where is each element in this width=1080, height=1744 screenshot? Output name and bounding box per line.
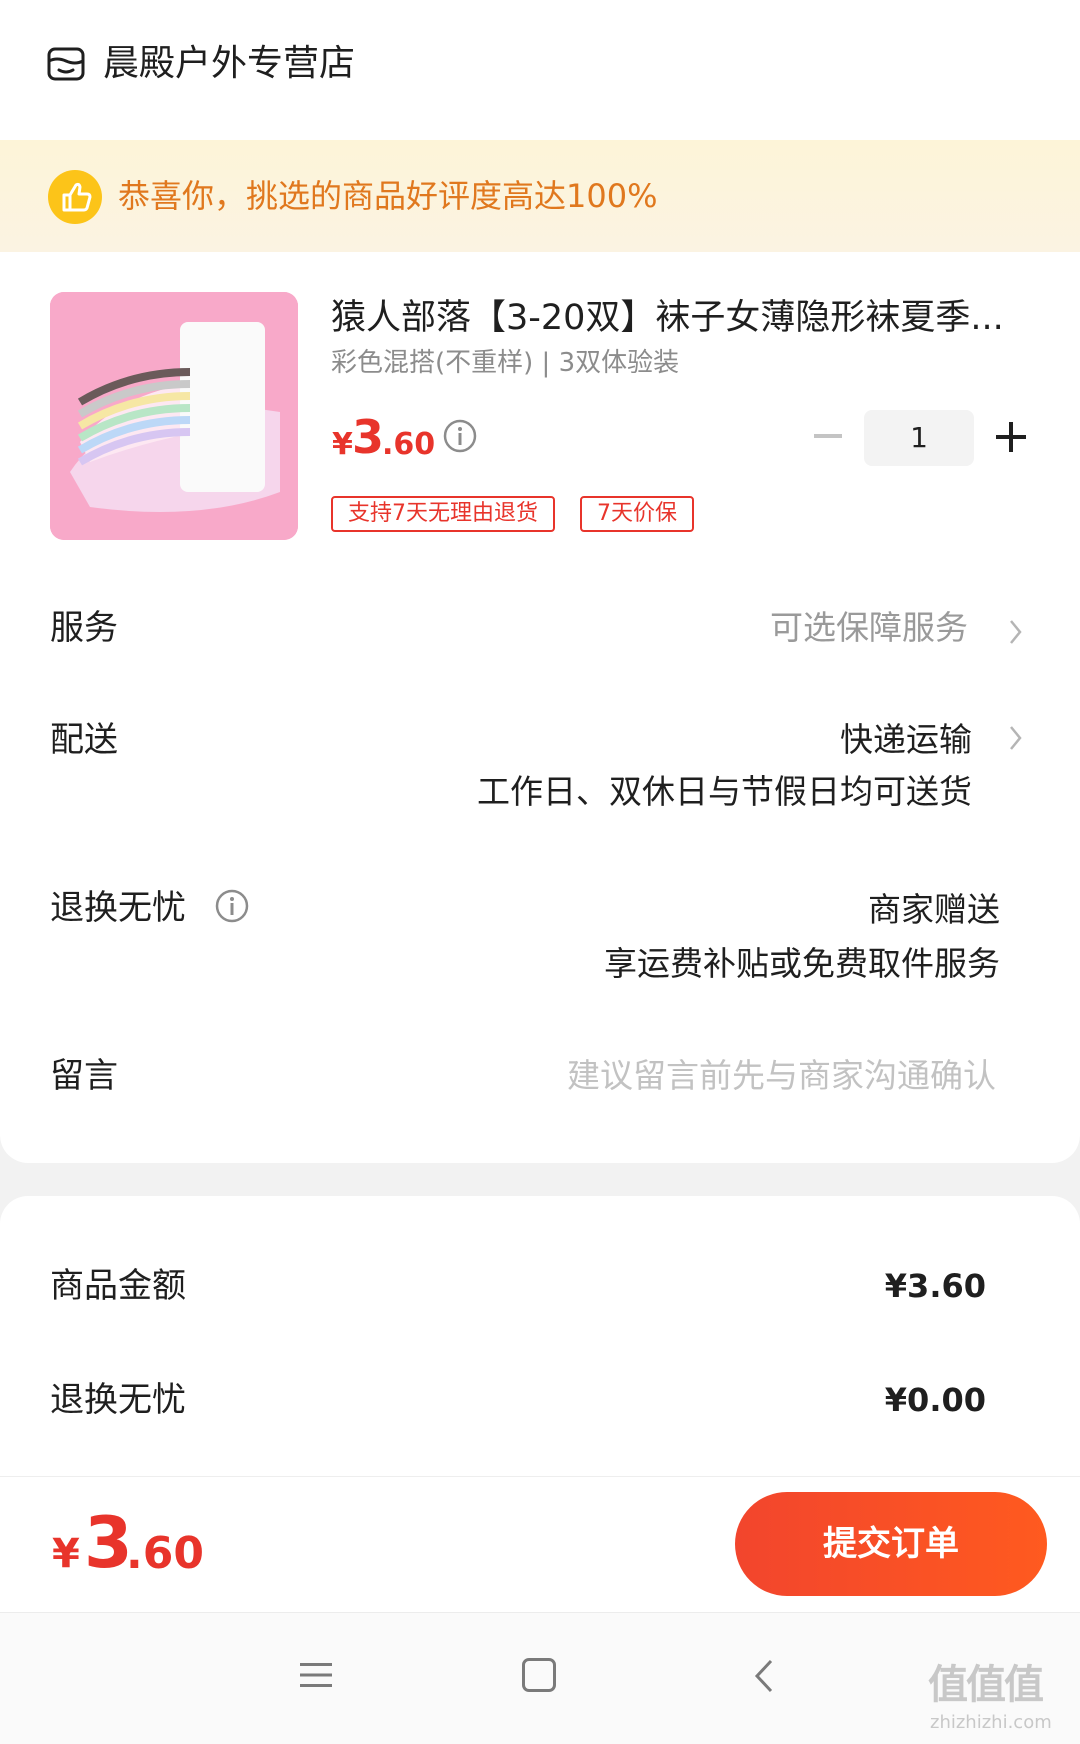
- home-icon[interactable]: [522, 1658, 556, 1692]
- returns-info-icon[interactable]: [214, 888, 250, 924]
- delivery-detail: 工作日、双休日与节假日均可送货: [477, 772, 972, 811]
- price-integer: 3: [352, 410, 385, 464]
- price-protection-tag: 7天价保: [580, 496, 694, 532]
- store-icon: [47, 47, 85, 81]
- price-symbol: ¥: [332, 427, 353, 462]
- submit-order-button[interactable]: 提交订单: [735, 1492, 1047, 1596]
- chevron-right-icon: [1010, 726, 1022, 750]
- service-label: 服务: [50, 608, 118, 648]
- goods-amount-value: ¥3.60: [884, 1267, 986, 1305]
- store-name: 晨殿户外专营店: [103, 43, 356, 84]
- banner-text: 恭喜你，挑选的商品好评度高达100%: [118, 177, 658, 215]
- returns-fee-label: 退换无忧: [50, 1380, 186, 1420]
- store-header[interactable]: 晨殿户外专营店: [0, 0, 1080, 140]
- product-variant[interactable]: 彩色混搭(不重样) | 3双体验装: [331, 346, 679, 380]
- thumbs-up-icon: [48, 170, 102, 224]
- message-label: 留言: [50, 1056, 118, 1096]
- total-symbol: ¥: [52, 1531, 80, 1577]
- price-info-icon[interactable]: [442, 418, 478, 454]
- delivery-value: 快递运输: [840, 720, 972, 759]
- watermark-url: zhizhizhi.com: [930, 1712, 1052, 1733]
- returns-value: 商家赠送: [868, 890, 1000, 929]
- chevron-right-icon: [1010, 620, 1022, 644]
- returns-label: 退换无忧: [50, 888, 186, 928]
- total-decimal: .60: [126, 1528, 204, 1579]
- returns-detail: 享运费补贴或免费取件服务: [604, 944, 1000, 983]
- summary-card: [0, 1196, 1080, 1496]
- menu-icon[interactable]: [298, 1660, 334, 1690]
- product-title[interactable]: 猿人部落【3-20双】袜子女薄隐形袜夏季...: [331, 296, 1021, 340]
- message-input[interactable]: 建议留言前先与商家沟通确认: [567, 1054, 996, 1098]
- returns-fee-value: ¥0.00: [884, 1381, 986, 1419]
- quantity-input[interactable]: 1: [864, 410, 974, 466]
- price-decimal: .60: [382, 427, 436, 462]
- decrease-quantity-button[interactable]: [810, 424, 846, 448]
- increase-quantity-button[interactable]: [994, 420, 1028, 454]
- service-value: 可选保障服务: [770, 608, 968, 647]
- delivery-label: 配送: [50, 720, 118, 760]
- return-policy-tag: 支持7天无理由退货: [331, 496, 555, 532]
- product-image[interactable]: [50, 292, 298, 540]
- back-icon[interactable]: [752, 1658, 776, 1694]
- goods-amount-label: 商品金额: [50, 1266, 186, 1306]
- watermark-logo: 值值值: [928, 1662, 1044, 1708]
